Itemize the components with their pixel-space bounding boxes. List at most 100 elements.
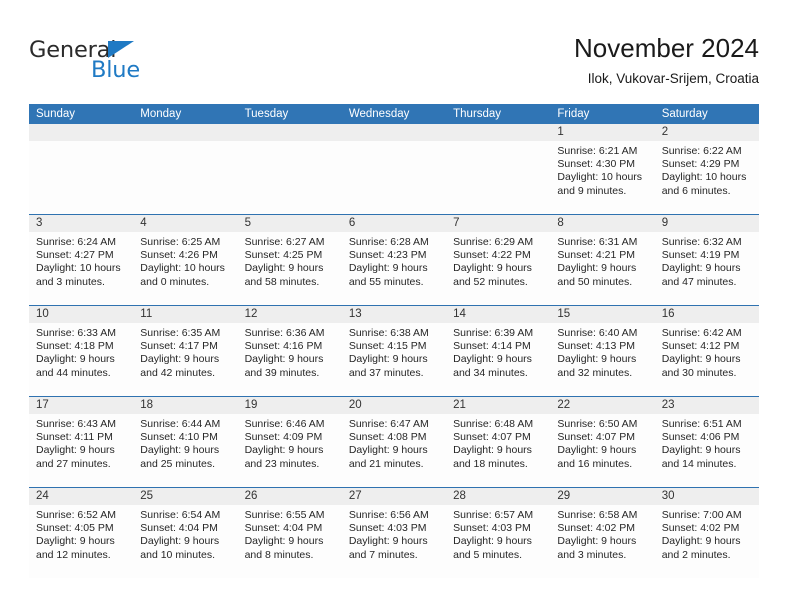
day-number: 11 — [133, 306, 238, 323]
day-cell[interactable]: 14 Sunrise: 6:39 AM Sunset: 4:14 PM Dayligh… — [446, 306, 551, 396]
day-details: Sunrise: 6:24 AM Sunset: 4:27 PM Daylight:… — [29, 232, 133, 289]
sunset-text: Sunset: 4:21 PM — [557, 249, 636, 262]
sunset-text: Sunset: 4:16 PM — [244, 340, 323, 353]
day-cell[interactable]: 11 Sunrise: 6:35 AM Sunset: 4:17 PM Dayligh… — [133, 306, 238, 396]
day-number: 7 — [446, 215, 551, 232]
day-details: Sunrise: 6:55 AM Sunset: 4:04 PM Daylight:… — [238, 505, 342, 562]
sunrise-text: Sunrise: 6:46 AM — [244, 418, 325, 430]
day-cell[interactable]: 25 Sunrise: 6:54 AM Sunset: 4:04 PM Dayligh… — [133, 488, 238, 578]
day-cell[interactable]: 7 Sunrise: 6:29 AM Sunset: 4:22 PM Daylight… — [446, 215, 551, 305]
day-details: Sunrise: 6:39 AM Sunset: 4:14 PM Daylight:… — [446, 323, 550, 380]
day-number: 25 — [133, 488, 238, 505]
day-cell[interactable]: 28 Sunrise: 6:57 AM Sunset: 4:03 PM Dayligh… — [446, 488, 551, 578]
daylight-text-line1: Daylight: 9 hours — [348, 444, 428, 457]
weekday-header-sunday: Sunday — [36, 108, 76, 120]
day-number: 10 — [29, 306, 134, 323]
day-details: Sunrise: 6:47 AM Sunset: 4:08 PM Daylight:… — [342, 414, 446, 471]
daylight-text-line1: Daylight: 9 hours — [348, 262, 428, 275]
daylight-text-line2: and 32 minutes. — [557, 366, 633, 379]
day-cell[interactable]: 6 Sunrise: 6:28 AM Sunset: 4:23 PM Daylight… — [341, 215, 447, 305]
day-cell[interactable]: 18 Sunrise: 6:44 AM Sunset: 4:10 PM Dayligh… — [133, 397, 238, 487]
day-details — [133, 141, 237, 145]
day-cell[interactable]: 21 Sunrise: 6:48 AM Sunset: 4:07 PM Dayligh… — [446, 397, 551, 487]
day-cell[interactable]: 24 Sunrise: 6:52 AM Sunset: 4:05 PM Dayligh… — [29, 488, 134, 578]
sunrise-text: Sunrise: 6:50 AM — [557, 418, 638, 430]
day-cell[interactable]: 15 Sunrise: 6:40 AM Sunset: 4:13 PM Dayligh… — [550, 306, 655, 396]
day-cell[interactable]: 26 Sunrise: 6:55 AM Sunset: 4:04 PM Dayligh… — [237, 488, 342, 578]
day-details: Sunrise: 6:51 AM Sunset: 4:06 PM Daylight:… — [655, 414, 759, 471]
day-cell[interactable]: 4 Sunrise: 6:25 AM Sunset: 4:26 PM Daylight… — [133, 215, 238, 305]
day-cell[interactable]: 20 Sunrise: 6:47 AM Sunset: 4:08 PM Dayligh… — [341, 397, 447, 487]
day-cell[interactable]: 10 Sunrise: 6:33 AM Sunset: 4:18 PM Dayligh… — [29, 306, 134, 396]
calendar-week-row: 24 Sunrise: 6:52 AM Sunset: 4:05 PM Dayligh… — [29, 487, 759, 578]
day-details: Sunrise: 6:56 AM Sunset: 4:03 PM Daylight:… — [342, 505, 446, 562]
day-number: 19 — [237, 397, 342, 414]
sunrise-text: Sunrise: 6:28 AM — [348, 236, 429, 248]
day-details: Sunrise: 6:42 AM Sunset: 4:12 PM Daylight:… — [655, 323, 759, 380]
daylight-text-line2: and 55 minutes. — [348, 275, 424, 288]
day-details: Sunrise: 6:25 AM Sunset: 4:26 PM Daylight:… — [133, 232, 237, 289]
day-details: Sunrise: 6:54 AM Sunset: 4:04 PM Daylight:… — [133, 505, 237, 562]
day-details — [29, 141, 133, 145]
daylight-text-line1: Daylight: 9 hours — [36, 444, 115, 457]
daylight-text-line2: and 18 minutes. — [453, 457, 528, 470]
day-cell[interactable]: 23 Sunrise: 6:51 AM Sunset: 4:06 PM Dayligh… — [654, 397, 759, 487]
day-cell[interactable]: 19 Sunrise: 6:46 AM Sunset: 4:09 PM Dayligh… — [237, 397, 342, 487]
day-cell[interactable]: 1 Sunrise: 6:21 AM Sunset: 4:30 PM Daylight… — [550, 124, 655, 214]
daylight-text-line2: and 27 minutes. — [36, 457, 111, 470]
daylight-text-line1: Daylight: 9 hours — [453, 535, 532, 548]
daylight-text-line1: Daylight: 10 hours — [140, 262, 225, 275]
day-cell[interactable]: 12 Sunrise: 6:36 AM Sunset: 4:16 PM Dayligh… — [237, 306, 342, 396]
day-number — [446, 124, 551, 141]
day-number: 5 — [237, 215, 342, 232]
sunset-text: Sunset: 4:07 PM — [453, 431, 531, 444]
daylight-text-line1: Daylight: 9 hours — [661, 444, 741, 457]
weekday-header-monday: Monday — [140, 108, 182, 120]
day-cell[interactable] — [341, 124, 447, 214]
day-cell[interactable]: 16 Sunrise: 6:42 AM Sunset: 4:12 PM Dayligh… — [654, 306, 759, 396]
daylight-text-line2: and 7 minutes. — [348, 548, 418, 561]
general-blue-logo[interactable]: General Blue — [29, 38, 159, 82]
day-details: Sunrise: 6:29 AM Sunset: 4:22 PM Daylight:… — [446, 232, 550, 289]
sunset-text: Sunset: 4:02 PM — [557, 522, 636, 535]
sunset-text: Sunset: 4:18 PM — [36, 340, 114, 353]
daylight-text-line1: Daylight: 9 hours — [140, 535, 220, 548]
day-cell[interactable]: 29 Sunrise: 6:58 AM Sunset: 4:02 PM Dayligh… — [550, 488, 655, 578]
day-number — [133, 124, 238, 141]
day-number: 16 — [654, 306, 759, 323]
day-cell[interactable] — [446, 124, 551, 214]
day-number: 18 — [133, 397, 238, 414]
day-cell[interactable]: 3 Sunrise: 6:24 AM Sunset: 4:27 PM Daylight… — [29, 215, 134, 305]
day-cell[interactable]: 30 Sunrise: 7:00 AM Sunset: 4:02 PM Dayligh… — [654, 488, 759, 578]
daylight-text-line2: and 50 minutes. — [557, 275, 633, 288]
day-cell[interactable]: 27 Sunrise: 6:56 AM Sunset: 4:03 PM Dayligh… — [341, 488, 447, 578]
day-cell[interactable]: 2 Sunrise: 6:22 AM Sunset: 4:29 PM Daylight… — [654, 124, 759, 214]
sunrise-text: Sunrise: 6:55 AM — [244, 509, 325, 521]
day-cell[interactable] — [29, 124, 134, 214]
day-number: 3 — [29, 215, 134, 232]
day-cell[interactable]: 17 Sunrise: 6:43 AM Sunset: 4:11 PM Dayligh… — [29, 397, 134, 487]
day-cell[interactable] — [237, 124, 342, 214]
day-details: Sunrise: 6:22 AM Sunset: 4:29 PM Daylight:… — [655, 141, 759, 198]
sunrise-text: Sunrise: 6:32 AM — [661, 236, 742, 248]
sunset-text: Sunset: 4:19 PM — [661, 249, 740, 262]
day-details: Sunrise: 6:31 AM Sunset: 4:21 PM Daylight:… — [550, 232, 654, 289]
day-cell[interactable]: 8 Sunrise: 6:31 AM Sunset: 4:21 PM Daylight… — [550, 215, 655, 305]
day-cell[interactable]: 5 Sunrise: 6:27 AM Sunset: 4:25 PM Daylight… — [237, 215, 342, 305]
day-cell[interactable]: 22 Sunrise: 6:50 AM Sunset: 4:07 PM Dayligh… — [550, 397, 655, 487]
sunrise-text: Sunrise: 6:36 AM — [244, 327, 325, 339]
daylight-text-line1: Daylight: 9 hours — [453, 444, 532, 457]
sunset-text: Sunset: 4:07 PM — [557, 431, 636, 444]
daylight-text-line2: and 52 minutes. — [453, 275, 528, 288]
sunset-text: Sunset: 4:23 PM — [348, 249, 427, 262]
day-number: 26 — [237, 488, 342, 505]
sunset-text: Sunset: 4:06 PM — [661, 431, 740, 444]
weekday-header-friday: Friday — [557, 108, 590, 120]
daylight-text-line1: Daylight: 9 hours — [244, 444, 324, 457]
sunset-text: Sunset: 4:17 PM — [140, 340, 218, 353]
day-details: Sunrise: 6:32 AM Sunset: 4:19 PM Daylight:… — [655, 232, 759, 289]
day-cell[interactable]: 13 Sunrise: 6:38 AM Sunset: 4:15 PM Dayligh… — [341, 306, 447, 396]
day-cell[interactable]: 9 Sunrise: 6:32 AM Sunset: 4:19 PM Daylight… — [654, 215, 759, 305]
day-cell[interactable] — [133, 124, 238, 214]
sunrise-text: Sunrise: 6:39 AM — [453, 327, 534, 339]
